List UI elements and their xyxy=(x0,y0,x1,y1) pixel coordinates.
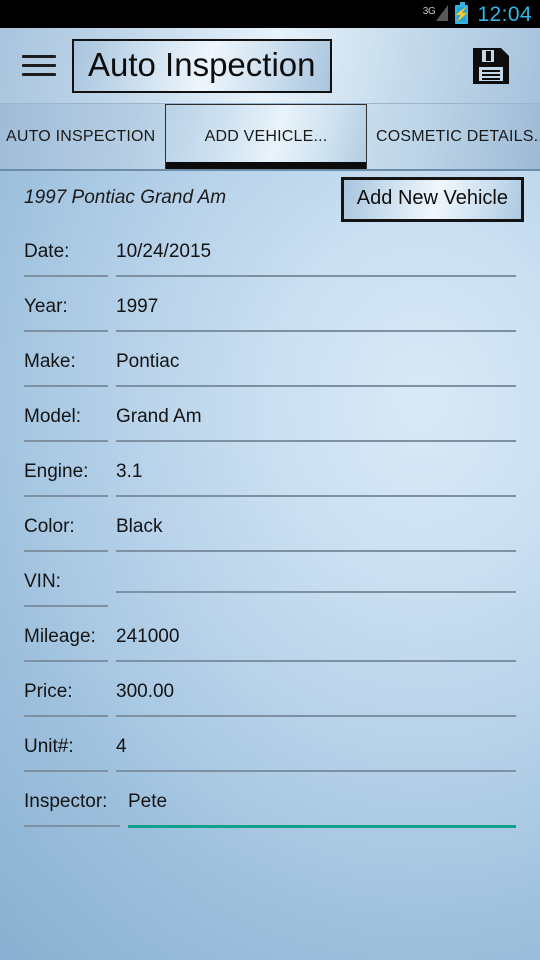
field-row-model: Model: Grand Am xyxy=(0,394,540,449)
charging-bolt-icon: ⚡ xyxy=(453,6,471,22)
field-label-make: Make: xyxy=(24,351,108,387)
page-title: Auto Inspection xyxy=(88,45,316,83)
hamburger-line xyxy=(22,55,56,58)
vehicle-form: 1997 Pontiac Grand Am Add New Vehicle Da… xyxy=(0,171,540,834)
network-type-label: 3G xyxy=(422,6,436,17)
field-row-inspector: Inspector: Pete xyxy=(0,779,540,834)
app-screen: 3G ⚡ 12:04 Auto Inspection AUTO INSPECTI… xyxy=(0,0,540,960)
field-label-engine: Engine: xyxy=(24,461,108,497)
field-input-year[interactable]: 1997 xyxy=(116,296,516,332)
tab-label: AUTO INSPECTION xyxy=(6,127,156,145)
field-input-date[interactable]: 10/24/2015 xyxy=(116,241,516,277)
status-bar: 3G ⚡ 12:04 xyxy=(0,0,540,28)
tab-auto-inspection[interactable]: AUTO INSPECTION xyxy=(0,104,165,169)
hamburger-line xyxy=(22,64,56,67)
field-row-engine: Engine: 3.1 xyxy=(0,449,540,504)
field-label-inspector: Inspector: xyxy=(24,791,120,827)
vehicle-title: 1997 Pontiac Grand Am xyxy=(24,187,227,208)
field-input-engine[interactable]: 3.1 xyxy=(116,461,516,497)
field-label-price: Price: xyxy=(24,681,108,717)
field-input-unit[interactable]: 4 xyxy=(116,736,516,772)
floppy-save-icon[interactable] xyxy=(470,45,512,87)
field-input-color[interactable]: Black xyxy=(116,516,516,552)
field-row-make: Make: Pontiac xyxy=(0,339,540,394)
field-row-color: Color: Black xyxy=(0,504,540,559)
tab-bar: AUTO INSPECTION ADD VEHICLE... COSMETIC … xyxy=(0,104,540,171)
tab-label: ADD VEHICLE... xyxy=(204,128,328,145)
field-input-mileage[interactable]: 241000 xyxy=(116,626,516,662)
field-row-unit: Unit#: 4 xyxy=(0,724,540,779)
field-label-color: Color: xyxy=(24,516,108,552)
field-row-mileage: Mileage: 241000 xyxy=(0,614,540,669)
field-label-model: Model: xyxy=(24,406,108,442)
status-bar-clock: 12:04 xyxy=(477,2,532,26)
field-row-year: Year: 1997 xyxy=(0,284,540,339)
field-label-year: Year: xyxy=(24,296,108,332)
field-label-date: Date: xyxy=(24,241,108,277)
signal-bars-icon: 3G xyxy=(423,5,449,23)
field-input-price[interactable]: 300.00 xyxy=(116,681,516,717)
tab-add-vehicle[interactable]: ADD VEHICLE... xyxy=(165,104,367,169)
hamburger-line xyxy=(22,73,56,76)
field-input-inspector[interactable]: Pete xyxy=(128,791,516,828)
action-bar: Auto Inspection xyxy=(0,28,540,104)
field-row-vin: VIN: xyxy=(0,559,540,614)
tab-label: COSMETIC DETAILS... xyxy=(376,127,540,145)
add-new-vehicle-button[interactable]: Add New Vehicle xyxy=(340,177,524,222)
app-title-box: Auto Inspection xyxy=(72,38,332,93)
hamburger-menu-icon[interactable] xyxy=(22,55,56,76)
field-label-mileage: Mileage: xyxy=(24,626,108,662)
field-row-date: Date: 10/24/2015 xyxy=(0,229,540,284)
vehicle-header: 1997 Pontiac Grand Am Add New Vehicle xyxy=(0,171,540,229)
tab-cosmetic-details[interactable]: COSMETIC DETAILS... xyxy=(367,104,540,169)
field-label-unit: Unit#: xyxy=(24,736,108,772)
field-row-price: Price: 300.00 xyxy=(0,669,540,724)
signal-triangle-icon xyxy=(436,5,449,21)
battery-charging-icon: ⚡ xyxy=(453,1,471,24)
field-input-model[interactable]: Grand Am xyxy=(116,406,516,442)
field-input-vin[interactable] xyxy=(116,571,516,593)
field-label-vin: VIN: xyxy=(24,571,108,607)
field-input-make[interactable]: Pontiac xyxy=(116,351,516,387)
